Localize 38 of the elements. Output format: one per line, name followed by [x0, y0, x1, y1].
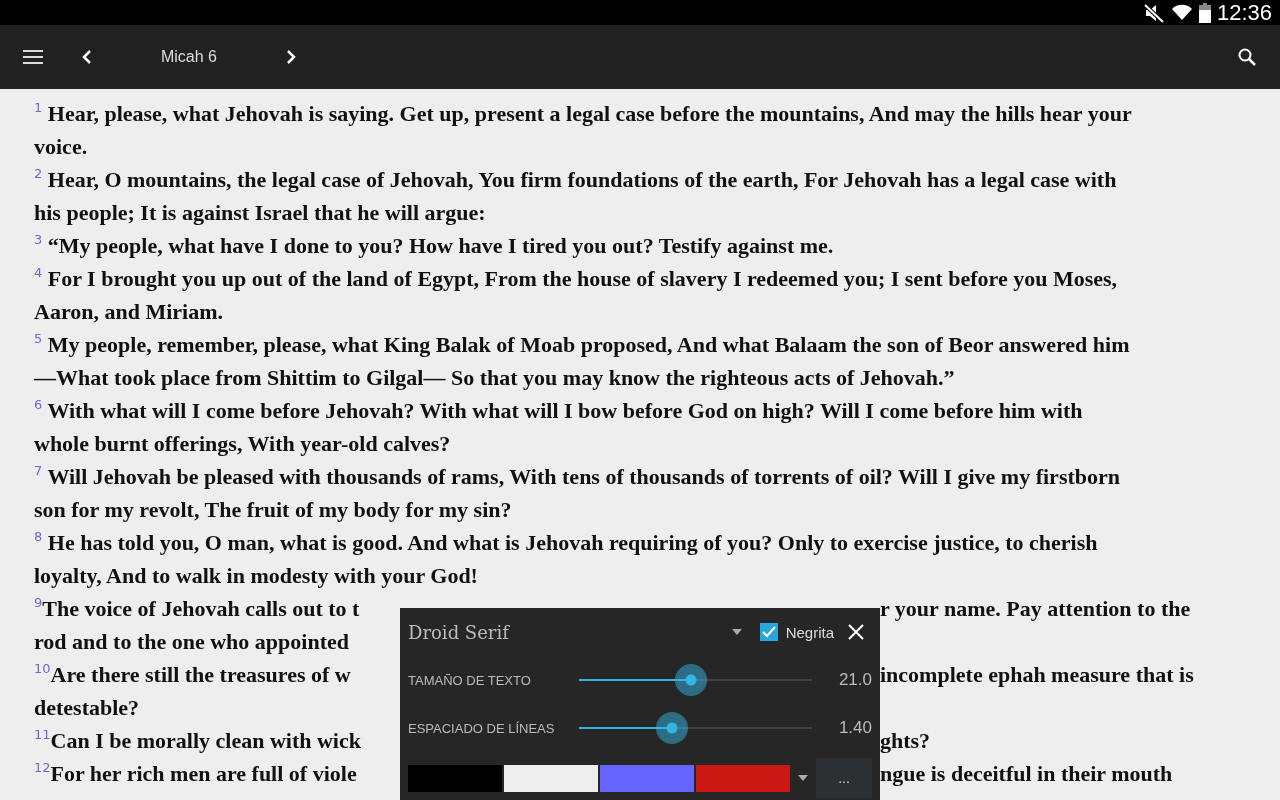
- slider-label: ESPACIADO DE LÍNEAS: [408, 720, 556, 736]
- slider-value: 1.40: [837, 718, 872, 738]
- dropdown-caret-icon[interactable]: [731, 629, 742, 635]
- verse-text-fragment: ngue is deceitful in their mouth: [880, 760, 1173, 788]
- more-button[interactable]: ...: [816, 758, 872, 798]
- font-name: Droid Serif: [408, 621, 511, 643]
- color-swatch[interactable]: [600, 764, 694, 792]
- slider-label: TAMAÑO DE TEXTO: [408, 672, 532, 688]
- dropdown-caret-icon[interactable]: [798, 775, 808, 781]
- verse-text: 1 Hear, please, what Jehovah is saying. Get up, present a legal case before the mountains, And may the hills hear your voice.: [34, 99, 1133, 161]
- color-swatch[interactable]: [408, 764, 502, 792]
- verse-text-fragment: incomplete ephah measure that is: [880, 661, 1194, 689]
- color-swatch[interactable]: [696, 764, 790, 792]
- verse-text: 8 He has told you, O man, what is good. And what is Jehovah requiring of you? Only to exercise justice, to cherish loyalty, And to walk in modesty with your God!: [34, 528, 1099, 590]
- verse-text: 6 With what will I come before Jehovah? With what will I bow before God on high? Will I come before him with whole burnt offerings, With year-old calves?: [34, 396, 1084, 458]
- clock-time: 12:36: [1216, 0, 1272, 26]
- verse-text: 7 Will Jehovah be pleased with thousands of rams, With tens of thousands of torrents of oil? Will I give my firstborn son for my revolt, The fruit of my body for my sin?: [34, 462, 1121, 524]
- verse-text-fragment: r your name. Pay attention to the: [880, 595, 1191, 623]
- verse-text-fragment: detestable?: [34, 694, 141, 722]
- battery-icon: [1198, 2, 1211, 23]
- verse-text-fragment: ghts?: [880, 727, 931, 755]
- close-icon[interactable]: [848, 624, 864, 640]
- chevron-right-icon: [286, 50, 296, 64]
- bold-label: Negrita: [785, 623, 834, 641]
- verse-text: 4 For I brought you up out of the land of Egypt, From the house of slavery I redeemed you; I sent before you Moses, Aaron, and Miriam.: [34, 264, 1119, 326]
- verse-text-fragment: rod and to the one who appointed: [34, 628, 350, 656]
- menu-icon: [23, 50, 43, 64]
- verse-text: 5 My people, remember, please, what King Balak of Moab proposed, And what Balaam the son of Beor answered him —What took place from Shittim to Gilgal— So that you may know the righteous acts of Jehovah.”: [34, 330, 1131, 392]
- color-swatch[interactable]: [504, 764, 598, 792]
- slider-thumb[interactable]: [674, 664, 707, 696]
- bold-checkbox[interactable]: [759, 623, 778, 641]
- slider-value: 21.0: [837, 670, 872, 690]
- verse-text: 3 “My people, what have I done to you? How have I tired you out? Testify against me.: [34, 231, 835, 260]
- search-icon: [1238, 48, 1256, 66]
- verse-text: 2 Hear, O mountains, the legal case of Jehovah, You firm foundations of the earth, For Jehovah has a legal case with his people; It is against Israel that he will argue:: [34, 165, 1118, 227]
- chapter-title: Micah 6: [160, 48, 218, 66]
- chevron-left-icon: [82, 50, 92, 64]
- slider-thumb[interactable]: [656, 712, 689, 744]
